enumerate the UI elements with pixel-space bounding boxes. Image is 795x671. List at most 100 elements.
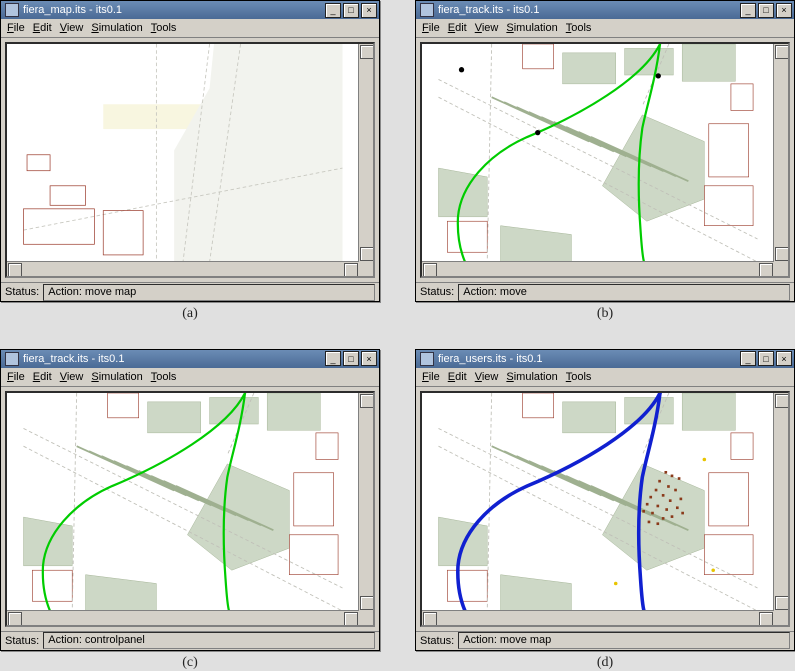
map-canvas[interactable] bbox=[5, 42, 375, 278]
menu-edit[interactable]: Edit bbox=[33, 22, 52, 34]
menu-edit[interactable]: Edit bbox=[448, 371, 467, 383]
scroll-right-icon[interactable] bbox=[344, 263, 358, 277]
app-icon bbox=[420, 3, 434, 17]
maximize-button[interactable]: □ bbox=[758, 3, 774, 18]
map-content[interactable] bbox=[422, 44, 774, 262]
minimize-button[interactable]: _ bbox=[325, 3, 341, 18]
menu-edit[interactable]: Edit bbox=[33, 371, 52, 383]
scrollbar-vertical[interactable] bbox=[358, 44, 373, 262]
scroll-left-icon[interactable] bbox=[8, 612, 22, 626]
scroll-up-icon[interactable] bbox=[775, 45, 789, 59]
menu-tools[interactable]: Tools bbox=[566, 22, 592, 34]
app-icon bbox=[5, 352, 19, 366]
menu-simulation[interactable]: Simulation bbox=[506, 371, 557, 383]
titlebar[interactable]: fiera_users.its - its0.1_□× bbox=[416, 350, 794, 368]
map-canvas[interactable] bbox=[420, 42, 790, 278]
status-field: Action: move map bbox=[43, 284, 375, 301]
scroll-right-icon[interactable] bbox=[344, 612, 358, 626]
titlebar[interactable]: fiera_track.its - its0.1_□× bbox=[416, 1, 794, 19]
scrollbar-horizontal[interactable] bbox=[422, 261, 774, 276]
menu-file[interactable]: File bbox=[7, 22, 25, 34]
status-label: Status: bbox=[420, 286, 454, 298]
menu-tools[interactable]: Tools bbox=[566, 371, 592, 383]
maximize-button[interactable]: □ bbox=[343, 351, 359, 366]
close-button[interactable]: × bbox=[361, 351, 377, 366]
app-window-a: fiera_map.its - its0.1_□× File Edit View Sim… bbox=[0, 0, 380, 302]
menubar: File Edit View Simulation Tools bbox=[416, 19, 794, 38]
status-field: Action: move map bbox=[458, 632, 790, 649]
menu-view[interactable]: View bbox=[60, 371, 84, 383]
titlebar[interactable]: fiera_track.its - its0.1_□× bbox=[1, 350, 379, 368]
menu-file[interactable]: File bbox=[422, 22, 440, 34]
scroll-down-icon[interactable] bbox=[360, 247, 374, 261]
map-content[interactable] bbox=[7, 44, 359, 262]
maximize-button[interactable]: □ bbox=[343, 3, 359, 18]
window-title: fiera_map.its - its0.1 bbox=[23, 4, 325, 16]
scroll-up-icon[interactable] bbox=[360, 45, 374, 59]
scrollbar-vertical[interactable] bbox=[773, 44, 788, 262]
status-label: Status: bbox=[420, 635, 454, 647]
scroll-corner bbox=[359, 262, 373, 276]
scrollbar-vertical[interactable] bbox=[358, 393, 373, 611]
menubar: File Edit View Simulation Tools bbox=[1, 19, 379, 38]
scrollbar-vertical[interactable] bbox=[773, 393, 788, 611]
menu-view[interactable]: View bbox=[60, 22, 84, 34]
menu-file[interactable]: File bbox=[7, 371, 25, 383]
scroll-up-icon[interactable] bbox=[360, 394, 374, 408]
minimize-button[interactable]: _ bbox=[740, 351, 756, 366]
scroll-down-icon[interactable] bbox=[775, 596, 789, 610]
menubar: File Edit View Simulation Tools bbox=[416, 368, 794, 387]
scroll-right-icon[interactable] bbox=[759, 263, 773, 277]
scrollbar-horizontal[interactable] bbox=[7, 261, 359, 276]
scroll-corner bbox=[359, 611, 373, 625]
menu-tools[interactable]: Tools bbox=[151, 22, 177, 34]
close-button[interactable]: × bbox=[361, 3, 377, 18]
window-title: fiera_track.its - its0.1 bbox=[23, 353, 325, 365]
status-field: Action: move bbox=[458, 284, 790, 301]
caption-d: (d) bbox=[597, 655, 613, 671]
caption-a: (a) bbox=[182, 306, 198, 322]
menu-simulation[interactable]: Simulation bbox=[506, 22, 557, 34]
minimize-button[interactable]: _ bbox=[740, 3, 756, 18]
menu-file[interactable]: File bbox=[422, 371, 440, 383]
window-title: fiera_users.its - its0.1 bbox=[438, 353, 740, 365]
menu-view[interactable]: View bbox=[475, 22, 499, 34]
statusbar: Status: Action: move map bbox=[1, 282, 379, 301]
statusbar: Status:Action: controlpanel bbox=[1, 631, 379, 650]
scroll-left-icon[interactable] bbox=[423, 263, 437, 277]
close-button[interactable]: × bbox=[776, 3, 792, 18]
status-field: Action: controlpanel bbox=[43, 632, 375, 649]
menu-edit[interactable]: Edit bbox=[448, 22, 467, 34]
scroll-corner bbox=[774, 262, 788, 276]
menu-simulation[interactable]: Simulation bbox=[91, 371, 142, 383]
app-window-d: fiera_users.its - its0.1_□× File Edit View S… bbox=[415, 349, 795, 651]
scroll-down-icon[interactable] bbox=[775, 247, 789, 261]
minimize-button[interactable]: _ bbox=[325, 351, 341, 366]
scroll-left-icon[interactable] bbox=[423, 612, 437, 626]
menu-tools[interactable]: Tools bbox=[151, 371, 177, 383]
menu-simulation[interactable]: Simulation bbox=[91, 22, 142, 34]
scroll-down-icon[interactable] bbox=[360, 596, 374, 610]
menubar: File Edit View Simulation Tools bbox=[1, 368, 379, 387]
app-icon bbox=[420, 352, 434, 366]
map-canvas[interactable] bbox=[5, 391, 375, 627]
scroll-left-icon[interactable] bbox=[8, 263, 22, 277]
status-label: Status: bbox=[5, 286, 39, 298]
window-title: fiera_track.its - its0.1 bbox=[438, 4, 740, 16]
close-button[interactable]: × bbox=[776, 351, 792, 366]
menu-view[interactable]: View bbox=[475, 371, 499, 383]
map-content[interactable] bbox=[7, 393, 359, 611]
scrollbar-horizontal[interactable] bbox=[7, 610, 359, 625]
statusbar: Status: Action: move map bbox=[416, 631, 794, 650]
app-icon bbox=[5, 3, 19, 17]
scrollbar-horizontal[interactable] bbox=[422, 610, 774, 625]
scroll-corner bbox=[774, 611, 788, 625]
statusbar: Status: Action: move bbox=[416, 282, 794, 301]
scroll-up-icon[interactable] bbox=[775, 394, 789, 408]
maximize-button[interactable]: □ bbox=[758, 351, 774, 366]
app-window-c: fiera_track.its - its0.1_□× File Edit View S… bbox=[0, 349, 380, 651]
titlebar[interactable]: fiera_map.its - its0.1_□× bbox=[1, 1, 379, 19]
map-canvas[interactable] bbox=[420, 391, 790, 627]
map-content[interactable] bbox=[422, 393, 774, 611]
scroll-right-icon[interactable] bbox=[759, 612, 773, 626]
